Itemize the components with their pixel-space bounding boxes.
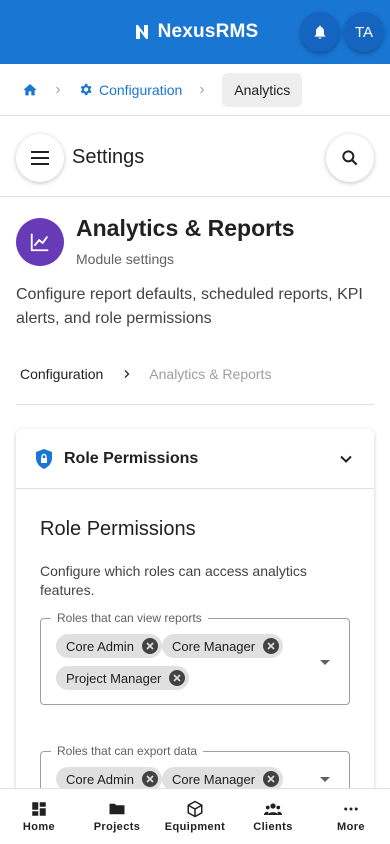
nav-equipment-label: Equipment xyxy=(164,821,226,833)
panel-header-label: Role Permissions xyxy=(64,449,199,467)
chip-remove-icon[interactable] xyxy=(263,638,280,654)
dropdown-arrow-icon[interactable] xyxy=(320,777,330,782)
nav-more[interactable]: More xyxy=(312,789,390,844)
chip-remove-icon[interactable] xyxy=(141,638,158,654)
analytics-module-icon xyxy=(16,218,64,266)
chip-label: Core Admin xyxy=(66,771,134,787)
more-dots-icon xyxy=(344,807,358,811)
bell-icon xyxy=(314,25,326,39)
nav-equipment[interactable]: Equipment xyxy=(156,789,234,844)
hamburger-menu-icon xyxy=(31,151,49,165)
chip-label: Core Manager xyxy=(172,638,256,654)
bottom-navigation: Home Projects Equipment Clients More xyxy=(0,788,390,844)
avatar-initials: TA xyxy=(354,23,374,41)
chip-remove-icon[interactable] xyxy=(169,670,186,686)
chevron-right-icon xyxy=(52,84,64,96)
nav-clients[interactable]: Clients xyxy=(234,789,312,844)
breadcrumb-current: Analytics xyxy=(222,72,303,107)
menu-button[interactable] xyxy=(16,134,64,182)
app-bar: NexusRMS TA xyxy=(0,0,390,64)
nav-projects-label: Projects xyxy=(93,821,141,833)
page-title: Settings xyxy=(72,146,145,168)
breadcrumb-configuration-link[interactable]: Configuration xyxy=(78,82,182,98)
divider xyxy=(16,404,374,405)
chart-line-icon xyxy=(30,233,49,252)
nav-clients-label: Clients xyxy=(253,821,293,833)
nexus-logo-icon xyxy=(135,25,148,39)
panel-header[interactable]: Role Permissions xyxy=(16,429,374,489)
section-title: Role Permissions xyxy=(40,518,196,540)
people-icon xyxy=(264,803,282,815)
nav-more-label: More xyxy=(337,821,365,833)
role-permissions-panel: Role Permissions Role Permissions Config… xyxy=(16,429,374,844)
inner-breadcrumb-current: Analytics & Reports xyxy=(149,366,272,382)
inner-breadcrumb: Configuration Analytics & Reports xyxy=(20,366,271,382)
chip-label: Project Manager xyxy=(66,670,162,686)
brand-name: NexusRMS xyxy=(157,21,259,42)
module-title: Analytics & Reports xyxy=(76,215,295,241)
user-avatar-button[interactable]: TA xyxy=(344,12,384,52)
shield-lock-icon xyxy=(36,448,52,469)
notifications-button[interactable] xyxy=(300,12,340,52)
field-label: Roles that can export data xyxy=(51,744,204,758)
chip-remove-icon[interactable] xyxy=(263,771,280,787)
role-chip: Core Manager xyxy=(162,634,284,658)
nav-home[interactable]: Home xyxy=(0,789,78,844)
folder-icon xyxy=(109,803,125,815)
gear-icon xyxy=(80,83,92,96)
module-subtitle: Module settings xyxy=(76,251,175,267)
breadcrumb: Configuration Analytics xyxy=(0,64,390,116)
section-description: Configure which roles can access analyti… xyxy=(40,563,307,598)
brand-logo[interactable]: NexusRMS xyxy=(132,21,259,43)
home-link[interactable] xyxy=(22,82,38,98)
nav-projects[interactable]: Projects xyxy=(78,789,156,844)
inner-breadcrumb-parent[interactable]: Configuration xyxy=(20,366,103,382)
dropdown-arrow-icon[interactable] xyxy=(320,660,330,665)
breadcrumb-configuration-label: Configuration xyxy=(99,81,183,98)
module-description: Configure report defaults, scheduled rep… xyxy=(16,286,363,327)
chevron-down-icon[interactable] xyxy=(336,449,356,474)
field-label: Roles that can view reports xyxy=(51,611,208,625)
nav-home-label: Home xyxy=(22,821,56,833)
chip-remove-icon[interactable] xyxy=(141,771,158,787)
search-icon xyxy=(342,150,358,166)
settings-header: Settings xyxy=(0,117,390,197)
chevron-right-icon xyxy=(121,368,133,380)
cube-icon xyxy=(187,800,203,818)
chip-label: Core Manager xyxy=(172,771,256,787)
home-icon xyxy=(23,83,37,95)
chip-label: Core Admin xyxy=(66,638,134,654)
view-reports-roles-select[interactable]: Roles that can view reports Core Admin C… xyxy=(40,611,350,705)
dashboard-icon xyxy=(32,802,46,816)
chevron-right-icon xyxy=(196,84,208,96)
search-button[interactable] xyxy=(326,134,374,182)
role-chip: Project Manager xyxy=(56,666,190,690)
role-chip: Core Admin xyxy=(56,634,162,658)
